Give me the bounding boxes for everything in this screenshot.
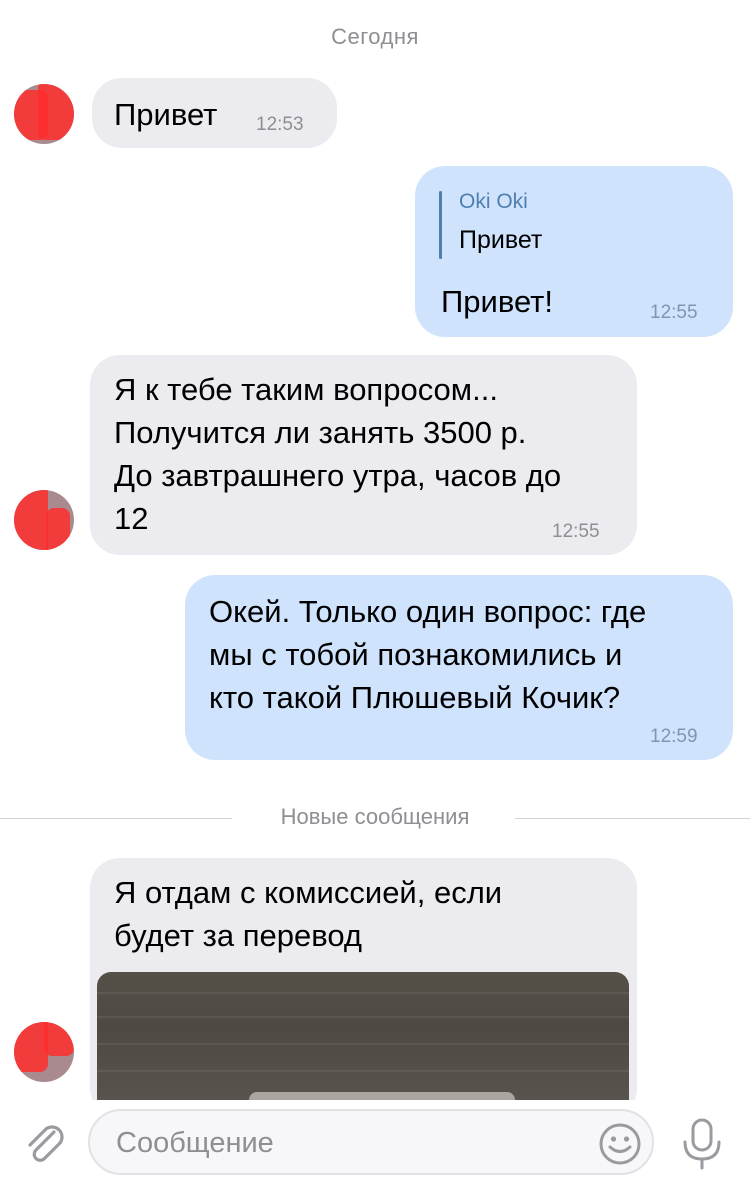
message-bubble[interactable]: Oki Oki Привет Привет! 12:55 bbox=[415, 166, 733, 337]
message-text: Я отдам с комиссией, если будет за перев… bbox=[114, 875, 503, 953]
microphone-icon[interactable] bbox=[676, 1116, 728, 1172]
message-input-placeholder: Сообщение bbox=[116, 1127, 274, 1159]
message-text: Окей. Только один вопрос: где мы с тобой… bbox=[209, 594, 647, 715]
photo-object bbox=[249, 1092, 515, 1100]
message-bubble[interactable]: Я к тебе таким вопросом... Получится ли … bbox=[90, 355, 637, 555]
message-bubble[interactable]: Привет 12:53 bbox=[92, 78, 337, 148]
message-time: 12:55 bbox=[552, 521, 600, 542]
message-time: 12:53 bbox=[256, 114, 304, 135]
separator-label: Новые сообщения bbox=[280, 804, 470, 829]
message-text: Я к тебе таким вопросом... Получится ли … bbox=[114, 372, 562, 536]
message-input[interactable]: Сообщение bbox=[88, 1109, 654, 1175]
reply-bar bbox=[439, 191, 442, 259]
message-time: 12:59 bbox=[650, 726, 698, 747]
avatar[interactable] bbox=[14, 490, 74, 550]
reply-text[interactable]: Привет bbox=[459, 226, 542, 255]
reply-author[interactable]: Oki Oki bbox=[459, 190, 528, 214]
date-separator: Сегодня bbox=[331, 24, 419, 49]
avatar[interactable] bbox=[14, 1022, 74, 1082]
message-text: Привет! bbox=[441, 284, 553, 319]
photo-attachment[interactable] bbox=[97, 972, 629, 1100]
avatar[interactable] bbox=[14, 84, 74, 144]
message-bubble[interactable]: Окей. Только один вопрос: где мы с тобой… bbox=[185, 575, 733, 760]
new-messages-separator: Новые сообщения bbox=[0, 800, 750, 836]
paperclip-icon[interactable] bbox=[20, 1118, 70, 1168]
message-composer: Сообщение bbox=[0, 1100, 750, 1183]
emoji-icon[interactable] bbox=[598, 1122, 642, 1166]
message-text: Привет bbox=[114, 97, 218, 132]
message-time: 12:55 bbox=[650, 302, 698, 323]
chat-history[interactable]: Сегодня Привет 12:53 Oki Oki Привет Прив… bbox=[0, 0, 750, 1100]
separator-line bbox=[515, 818, 750, 819]
